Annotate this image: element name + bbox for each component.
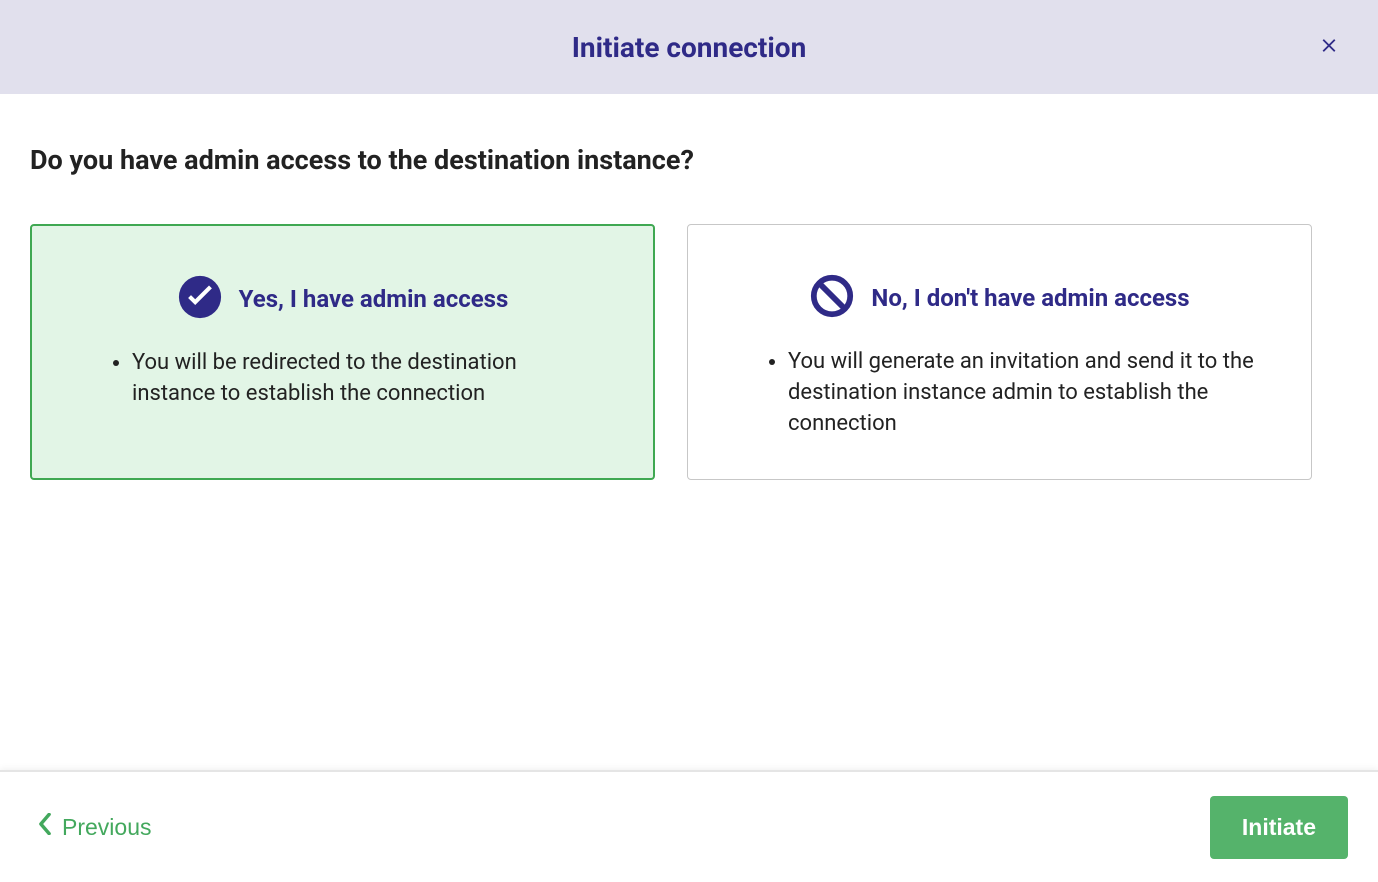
initiate-label: Initiate (1242, 814, 1316, 840)
check-circle-icon (177, 274, 223, 324)
dialog-footer: Previous Initiate (0, 770, 1378, 882)
option-header: Yes, I have admin access (62, 274, 623, 324)
option-description-list: You will generate an invitation and send… (718, 347, 1281, 439)
previous-label: Previous (62, 814, 151, 841)
question-text: Do you have admin access to the destinat… (30, 144, 1348, 176)
chevron-left-icon (38, 813, 52, 841)
option-description-item: You will be redirected to the destinatio… (132, 348, 603, 410)
close-icon (1318, 35, 1340, 60)
option-cards: Yes, I have admin access You will be red… (30, 224, 1348, 480)
dialog-content: Do you have admin access to the destinat… (0, 94, 1378, 770)
option-title: Yes, I have admin access (239, 285, 509, 313)
close-button[interactable] (1310, 27, 1348, 68)
option-title: No, I don't have admin access (871, 284, 1189, 312)
option-header: No, I don't have admin access (718, 273, 1281, 323)
previous-button[interactable]: Previous (30, 805, 159, 849)
option-description-item: You will generate an invitation and send… (788, 347, 1261, 439)
dialog-header: Initiate connection (0, 0, 1378, 94)
initiate-button[interactable]: Initiate (1210, 796, 1348, 859)
option-no-admin[interactable]: No, I don't have admin access You will g… (687, 224, 1312, 480)
option-description-list: You will be redirected to the destinatio… (62, 348, 623, 410)
prohibited-icon (809, 273, 855, 323)
dialog-title: Initiate connection (572, 31, 807, 64)
option-yes-admin[interactable]: Yes, I have admin access You will be red… (30, 224, 655, 480)
